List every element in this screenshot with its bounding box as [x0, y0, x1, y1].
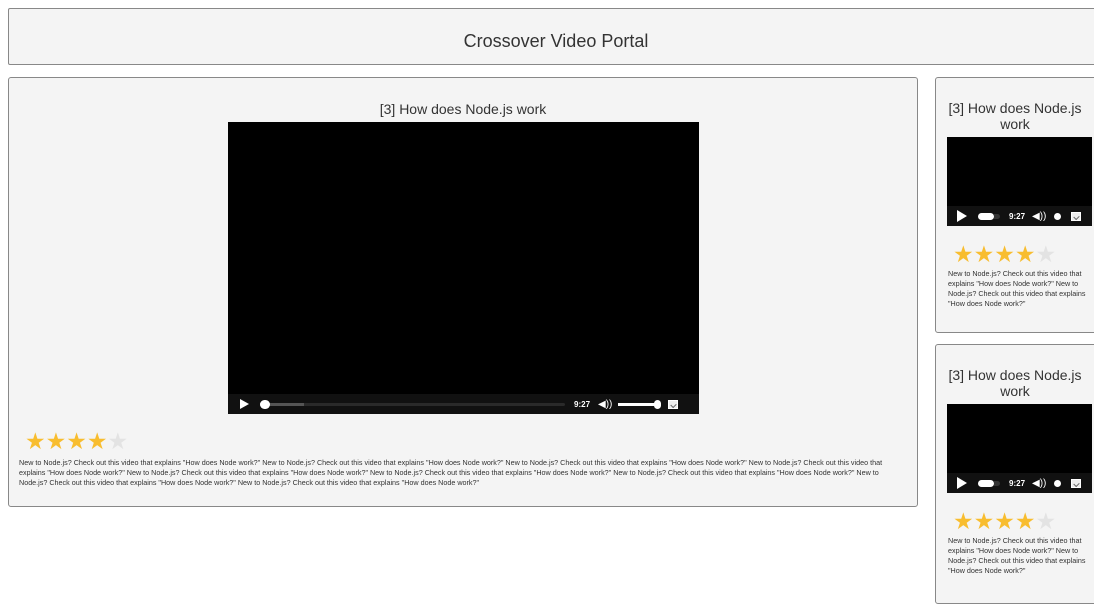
play-icon[interactable] [957, 210, 967, 222]
sidebar-video-description: New to Node.js? Check out this video tha… [948, 536, 1086, 575]
star-icon[interactable]: ★ [25, 430, 46, 453]
player-controls: 9:27 ◀)) [228, 394, 699, 414]
main-rating[interactable]: ★ ★ ★ ★ ★ [25, 430, 128, 453]
star-icon[interactable]: ★ [994, 510, 1015, 533]
star-icon[interactable]: ★ [1015, 243, 1036, 266]
play-icon[interactable] [240, 399, 249, 409]
sidebar-video-card[interactable]: [3] How does Node.js work 9:27 ◀)) ★ ★ ★… [935, 344, 1094, 604]
progress-handle[interactable] [978, 479, 1000, 487]
progress-handle[interactable] [260, 399, 270, 409]
sidebar-rating[interactable]: ★ ★ ★ ★ ★ [953, 243, 1056, 266]
star-icon[interactable]: ★ [953, 510, 974, 533]
sidebar-video-player[interactable]: 9:27 ◀)) [947, 137, 1092, 226]
fullscreen-icon[interactable] [668, 399, 679, 409]
fullscreen-icon[interactable] [1071, 478, 1082, 488]
star-icon[interactable]: ★ [974, 510, 995, 533]
star-icon[interactable]: ★ [66, 430, 87, 453]
volume-icon[interactable]: ◀)) [598, 399, 612, 410]
progress-handle[interactable] [978, 212, 1000, 220]
volume-slider[interactable] [618, 399, 662, 409]
time-display: 9:27 [1009, 211, 1026, 221]
main-video-description: New to Node.js? Check out this video tha… [19, 458, 883, 487]
volume-icon[interactable]: ◀)) [1032, 211, 1046, 222]
page-header: Crossover Video Portal [8, 8, 1094, 65]
player-controls: 9:27 ◀)) [947, 473, 1092, 493]
sidebar-video-card[interactable]: [3] How does Node.js work 9:27 ◀)) ★ ★ ★… [935, 77, 1094, 333]
star-icon[interactable]: ★ [974, 243, 995, 266]
sidebar-video-player[interactable]: 9:27 ◀)) [947, 404, 1092, 493]
fullscreen-icon[interactable] [1071, 211, 1082, 221]
sidebar-video-title[interactable]: [3] How does Node.js work [936, 100, 1094, 132]
volume-handle[interactable] [1054, 479, 1062, 487]
star-icon[interactable]: ★ [953, 243, 974, 266]
volume-handle[interactable] [654, 399, 662, 409]
sidebar-video-description: New to Node.js? Check out this video tha… [948, 269, 1086, 308]
star-icon[interactable]: ★ [994, 243, 1015, 266]
time-display: 9:27 [1009, 478, 1026, 488]
time-display: 9:27 [574, 399, 591, 409]
main-video-panel: [3] How does Node.js work 9:27 ◀)) ★ ★ ★… [8, 77, 918, 507]
portal-title: Crossover Video Portal [463, 31, 649, 51]
star-icon[interactable]: ★ [108, 430, 129, 453]
volume-handle[interactable] [1054, 212, 1062, 220]
volume-icon[interactable]: ◀)) [1032, 478, 1046, 489]
sidebar-rating[interactable]: ★ ★ ★ ★ ★ [953, 510, 1056, 533]
play-icon[interactable] [957, 477, 967, 489]
star-icon[interactable]: ★ [87, 430, 108, 453]
progress-bar[interactable] [260, 399, 565, 409]
star-icon[interactable]: ★ [1015, 510, 1036, 533]
main-video-title[interactable]: [3] How does Node.js work [9, 101, 917, 117]
main-video-player[interactable]: 9:27 ◀)) [228, 122, 699, 414]
sidebar-video-title[interactable]: [3] How does Node.js work [936, 367, 1094, 399]
star-icon[interactable]: ★ [46, 430, 67, 453]
player-controls: 9:27 ◀)) [947, 206, 1092, 226]
star-icon[interactable]: ★ [1036, 243, 1057, 266]
star-icon[interactable]: ★ [1036, 510, 1057, 533]
